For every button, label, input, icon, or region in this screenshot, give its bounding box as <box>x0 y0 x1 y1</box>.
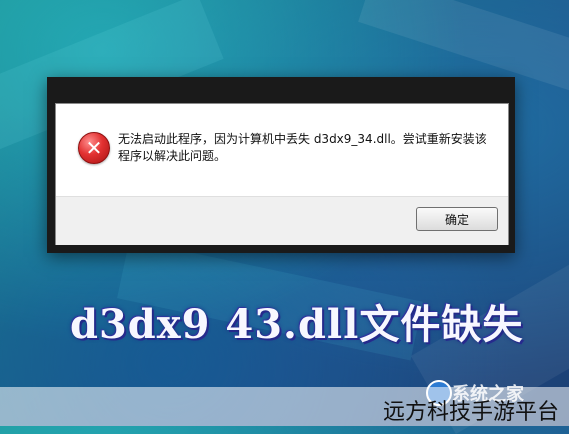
ok-button[interactable]: 确定 <box>416 207 498 231</box>
caption-title: d3dx9 43.dll文件缺失 <box>70 301 524 348</box>
watermark-site: 远方科技手游平台 <box>382 400 559 425</box>
dialog-body: ✕ 无法启动此程序，因为计算机中丢失 d3dx9_34.dll。尝试重新安装该程… <box>56 104 508 196</box>
dialog-footer: 确定 <box>56 196 508 245</box>
error-icon: ✕ <box>78 132 110 164</box>
error-message: 无法启动此程序，因为计算机中丢失 d3dx9_34.dll。尝试重新安装该程序以… <box>118 132 487 163</box>
error-dialog: ✕ 无法启动此程序，因为计算机中丢失 d3dx9_34.dll。尝试重新安装该程… <box>55 103 509 245</box>
